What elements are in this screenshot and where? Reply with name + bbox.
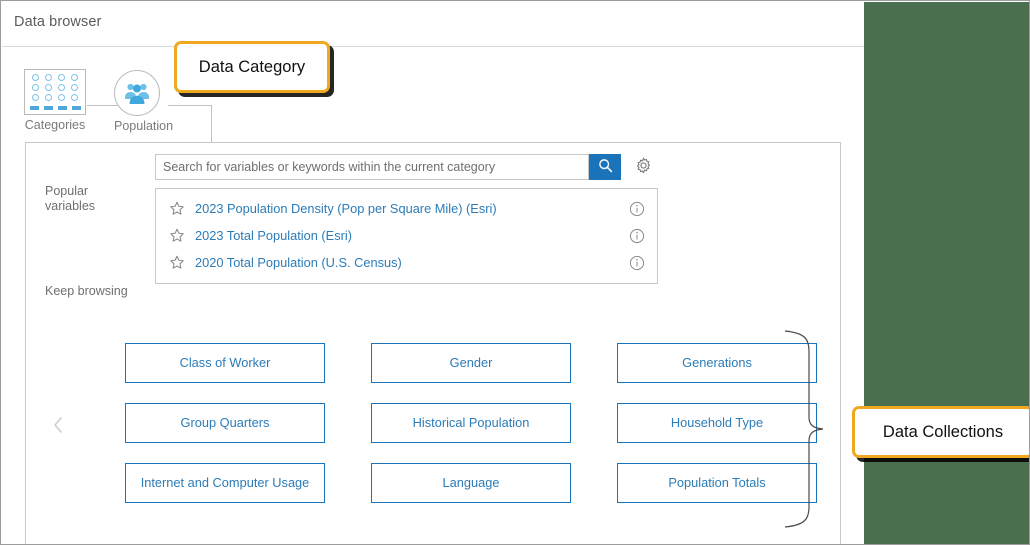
variable-name[interactable]: 2023 Total Population (Esri): [195, 228, 627, 243]
chevron-left-icon: [52, 416, 65, 439]
collection-button-class-of-worker[interactable]: Class of Worker: [125, 343, 325, 383]
breadcrumb: Categories Population: [1, 47, 863, 143]
people-group-icon: [114, 70, 160, 116]
callout-data-category-label: Data Category: [198, 57, 306, 76]
search-input[interactable]: [155, 154, 589, 180]
callout-data-collections-label: Data Collections: [882, 422, 1004, 441]
previous-page-button[interactable]: [46, 415, 70, 439]
page-title: Data browser: [14, 14, 102, 30]
star-outline-icon[interactable]: [169, 228, 188, 244]
breadcrumb-item-population[interactable]: Population: [114, 70, 173, 133]
window-header: Data browser: [2, 2, 864, 47]
callout-data-category: Data Category: [174, 41, 330, 93]
breadcrumb-connector-2: [168, 105, 212, 106]
browser-content-panel: Popular variables Keep browsing Search f…: [25, 142, 841, 544]
breadcrumb-label-categories: Categories: [24, 118, 86, 132]
breadcrumb-item-categories[interactable]: Categories: [24, 69, 86, 132]
breadcrumb-connector-3: [211, 105, 212, 143]
collection-button-gender[interactable]: Gender: [371, 343, 571, 383]
data-collections-brace: [783, 329, 843, 534]
search-button[interactable]: [589, 154, 621, 180]
collection-button-language[interactable]: Language: [371, 463, 571, 503]
list-item[interactable]: 2023 Population Density (Pop per Square …: [156, 195, 657, 222]
list-item[interactable]: 2020 Total Population (U.S. Census): [156, 249, 657, 276]
grid-row: Internet and Computer Usage Language Pop…: [125, 463, 825, 503]
right-green-panel: [864, 2, 1029, 544]
gear-icon: [635, 157, 652, 177]
info-circle-icon[interactable]: [627, 255, 645, 271]
info-circle-icon[interactable]: [627, 201, 645, 217]
collection-button-group-quarters[interactable]: Group Quarters: [125, 403, 325, 443]
data-browser-window: Data browser Categories Population Popul…: [0, 0, 1030, 545]
popular-variables-list: 2023 Population Density (Pop per Square …: [155, 188, 658, 284]
variable-name[interactable]: 2023 Population Density (Pop per Square …: [195, 201, 627, 216]
list-item[interactable]: 2023 Total Population (Esri): [156, 222, 657, 249]
star-outline-icon[interactable]: [169, 255, 188, 271]
keep-browsing-label: Keep browsing: [45, 284, 128, 298]
breadcrumb-label-population: Population: [114, 119, 174, 133]
search-bar: [155, 154, 656, 180]
magnifier-icon: [598, 158, 613, 176]
callout-data-collections: Data Collections: [852, 406, 1029, 458]
collection-button-internet-and-computer-usage[interactable]: Internet and Computer Usage: [125, 463, 325, 503]
popular-variables-label: Popular variables: [45, 184, 95, 214]
variable-name[interactable]: 2020 Total Population (U.S. Census): [195, 255, 627, 270]
popular-variables-label-line1: Popular: [45, 184, 89, 198]
star-outline-icon[interactable]: [169, 201, 188, 217]
data-collections-grid: Class of Worker Gender Generations Group…: [125, 343, 825, 523]
categories-grid-icon: [24, 69, 86, 115]
grid-row: Class of Worker Gender Generations: [125, 343, 825, 383]
search-settings-button[interactable]: [630, 154, 656, 180]
popular-variables-label-line2: variables: [45, 199, 96, 213]
grid-row: Group Quarters Historical Population Hou…: [125, 403, 825, 443]
info-circle-icon[interactable]: [627, 228, 645, 244]
collection-button-historical-population[interactable]: Historical Population: [371, 403, 571, 443]
